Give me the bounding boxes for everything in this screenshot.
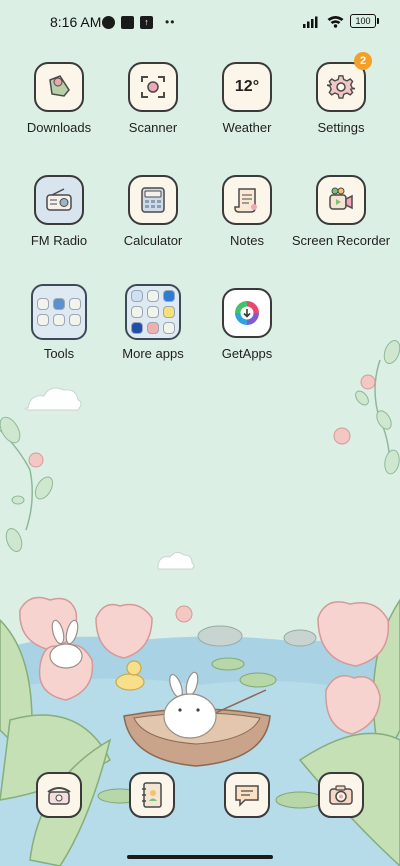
mini-app-icon — [53, 314, 65, 326]
folder-icon — [125, 284, 181, 340]
radio-icon — [34, 175, 84, 225]
screen-recorder-icon — [316, 175, 366, 225]
messages-icon — [224, 772, 270, 818]
mini-app-icon — [37, 314, 49, 326]
dock-phone[interactable] — [36, 772, 82, 818]
app-label: More apps — [122, 346, 184, 361]
folder-icon — [31, 284, 87, 340]
notes-icon — [222, 175, 272, 225]
app-label: Calculator — [123, 233, 183, 248]
calculator-icon — [128, 175, 178, 225]
mini-app-icon — [69, 314, 81, 326]
app-notes[interactable]: Notes — [197, 175, 297, 248]
home-indicator[interactable] — [127, 855, 273, 859]
app-settings[interactable]: 2 Settings — [291, 52, 391, 135]
mini-app-icon — [163, 306, 175, 318]
upload-notification-icon: ↑ — [140, 15, 153, 29]
app-calculator[interactable]: Calculator — [103, 175, 203, 248]
folder-tools[interactable]: Tools — [9, 284, 109, 361]
dock-camera[interactable] — [318, 772, 364, 818]
status-time: 8:16 AM — [50, 14, 102, 30]
battery-indicator: 100 — [350, 14, 379, 28]
mini-app-icon — [131, 290, 143, 302]
app-downloads[interactable]: Downloads — [9, 62, 109, 135]
weather-icon: 12° — [222, 62, 272, 112]
contacts-icon — [129, 772, 175, 818]
mini-app-icon — [163, 290, 175, 302]
folder-more-apps[interactable]: More apps — [103, 284, 203, 361]
app-label: Weather — [222, 120, 272, 135]
mini-app-icon — [37, 298, 49, 310]
mini-app-icon — [163, 322, 175, 334]
app-label: GetApps — [221, 346, 273, 361]
mini-app-icon — [147, 290, 159, 302]
notification-icons: ↑ •• — [102, 15, 175, 29]
dock-contacts[interactable] — [129, 772, 175, 818]
app-fm-radio[interactable]: FM Radio — [9, 175, 109, 248]
system-status: 100 — [303, 14, 379, 28]
mini-app-icon — [147, 306, 159, 318]
mini-app-icon — [131, 306, 143, 318]
wifi-icon — [327, 15, 344, 28]
mini-app-icon — [131, 322, 143, 334]
app-label: Downloads — [26, 120, 92, 135]
app-label: Settings — [317, 120, 365, 135]
getapps-icon — [222, 288, 272, 338]
scanner-icon — [128, 62, 178, 112]
status-bar: 8:16 AM ↑ •• 100 — [0, 10, 400, 34]
app-getapps[interactable]: GetApps — [197, 288, 297, 361]
downloads-icon — [34, 62, 84, 112]
notification-badge: 2 — [354, 52, 372, 70]
weather-temp: 12° — [234, 78, 260, 95]
app-label: FM Radio — [30, 233, 88, 248]
app-notification-icon — [102, 15, 115, 29]
mini-app-icon — [147, 322, 159, 334]
app-label: Screen Recorder — [291, 233, 391, 248]
mini-app-icon — [53, 298, 65, 310]
signal-icon — [303, 16, 318, 28]
mini-app-icon — [69, 298, 81, 310]
camera-icon — [318, 772, 364, 818]
app-screen-recorder[interactable]: Screen Recorder — [291, 175, 391, 248]
app-label: Tools — [43, 346, 75, 361]
app-label: Scanner — [128, 120, 178, 135]
square-notification-icon — [121, 15, 134, 29]
app-weather[interactable]: 12° Weather — [197, 62, 297, 135]
app-scanner[interactable]: Scanner — [103, 62, 203, 135]
settings-gear-icon: 2 — [316, 52, 372, 112]
phone-icon — [36, 772, 82, 818]
dock-messages[interactable] — [224, 772, 270, 818]
app-label: Notes — [230, 233, 264, 248]
more-notifications-icon: •• — [165, 15, 176, 29]
